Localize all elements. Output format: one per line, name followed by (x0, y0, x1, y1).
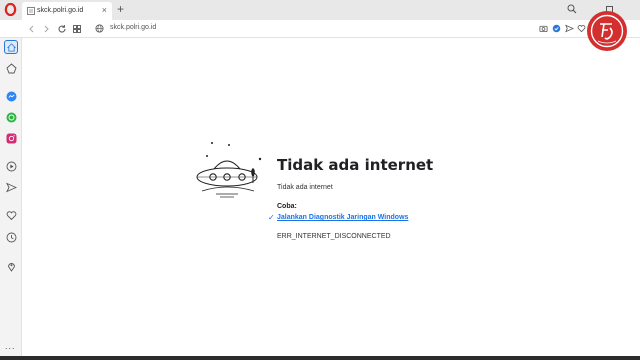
instagram-icon[interactable] (6, 133, 17, 144)
run-network-diagnostics-link[interactable]: Jalankan Diagnostik Jaringan Windows (277, 214, 408, 221)
tab-close-button[interactable]: × (102, 5, 107, 15)
error-title: Tidak ada internet (277, 156, 434, 174)
vpn-shield-icon[interactable] (552, 24, 561, 33)
sidebar-item-speed-dial[interactable] (4, 40, 18, 54)
try-label: Coba: (277, 203, 297, 210)
page-favicon-icon (27, 7, 35, 15)
bookmark-heart-icon[interactable] (577, 24, 586, 33)
error-subtitle: Tidak ada internet (277, 184, 333, 191)
messenger-icon[interactable] (6, 91, 17, 102)
history-clock-icon[interactable] (6, 232, 17, 243)
flow-send-icon[interactable] (6, 182, 17, 193)
location-pin-icon[interactable] (6, 261, 17, 272)
tab-strip: skck.polri.go.id × + (0, 0, 640, 20)
site-info-globe-icon[interactable] (95, 24, 104, 33)
tab-search-icon[interactable] (567, 4, 577, 14)
home-icon (7, 43, 16, 52)
url-text[interactable]: skck.polri.go.id (110, 24, 156, 31)
tab-active[interactable]: skck.polri.go.id × (22, 2, 112, 20)
sidebar-item-discover[interactable] (6, 63, 17, 74)
checkmark-icon: ✓ (268, 213, 275, 222)
tab-title: skck.polri.go.id (37, 7, 84, 14)
back-icon[interactable] (26, 23, 38, 35)
error-code: ERR_INTERNET_DISCONNECTED (277, 233, 391, 240)
channel-watermark-logo (587, 11, 627, 51)
tab-grid-icon[interactable] (71, 23, 83, 35)
no-internet-ufo-illustration (196, 142, 262, 198)
player-icon[interactable] (6, 161, 17, 172)
browser-window: skck.polri.go.id × + skck.polri.go.id ..… (0, 0, 640, 360)
reload-icon[interactable] (56, 23, 68, 35)
taskbar-edge (0, 356, 640, 360)
whatsapp-icon[interactable] (6, 112, 17, 123)
opera-logo-icon[interactable] (4, 3, 17, 16)
page-content: Tidak ada internet Tidak ada internet Co… (22, 39, 640, 356)
bookmarks-heart-icon[interactable] (6, 210, 17, 221)
sidebar: ... (0, 38, 22, 356)
send-icon[interactable] (565, 24, 574, 33)
snapshot-camera-icon[interactable] (539, 24, 548, 33)
sidebar-more-button[interactable]: ... (5, 341, 16, 351)
new-tab-button[interactable]: + (117, 3, 124, 15)
forward-icon[interactable] (40, 23, 52, 35)
address-bar: skck.polri.go.id (0, 20, 640, 38)
